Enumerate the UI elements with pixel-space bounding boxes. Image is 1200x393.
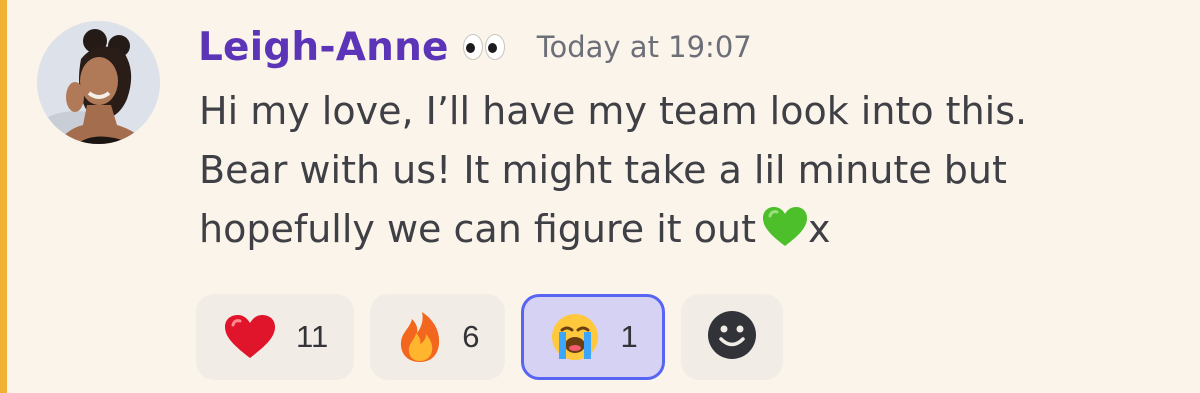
- reaction-count: 6: [462, 319, 480, 354]
- fire-icon: [398, 311, 442, 363]
- message-line-last: hopefully we can figure it out x: [199, 200, 1159, 265]
- red-heart-icon: [224, 314, 276, 360]
- reaction-fire[interactable]: 6: [370, 294, 506, 380]
- add-reaction-button[interactable]: [680, 294, 783, 380]
- smiley-add-reaction-icon: [707, 310, 757, 364]
- reaction-count: 11: [296, 319, 329, 354]
- message-line-text: hopefully we can figure it out: [199, 207, 757, 251]
- loudly-crying-face-icon: [550, 312, 600, 362]
- avatar[interactable]: [37, 21, 160, 144]
- message-trailing-text: x: [808, 207, 831, 251]
- author-username[interactable]: Leigh-Anne: [198, 25, 449, 70]
- message-header: Leigh-Anne Today at 19:07: [198, 22, 752, 72]
- chat-message: Leigh-Anne Today at 19:07 Hi my love, I’…: [0, 0, 1200, 393]
- reactions-bar: 11 6 1: [196, 294, 783, 380]
- message-content: Hi my love, I’ll have my team look into …: [199, 82, 1159, 265]
- message-line: Hi my love, I’ll have my team look into …: [199, 89, 1028, 133]
- message-timestamp: Today at 19:07: [536, 30, 752, 64]
- reaction-red-heart[interactable]: 11: [196, 294, 355, 380]
- reaction-count: 1: [620, 319, 638, 354]
- message-line: Bear with us! It might take a lil minute…: [199, 148, 1007, 192]
- green-heart-icon: [762, 206, 808, 265]
- reaction-loudly-crying-face[interactable]: 1: [521, 294, 665, 380]
- eyes-icon: [462, 34, 505, 60]
